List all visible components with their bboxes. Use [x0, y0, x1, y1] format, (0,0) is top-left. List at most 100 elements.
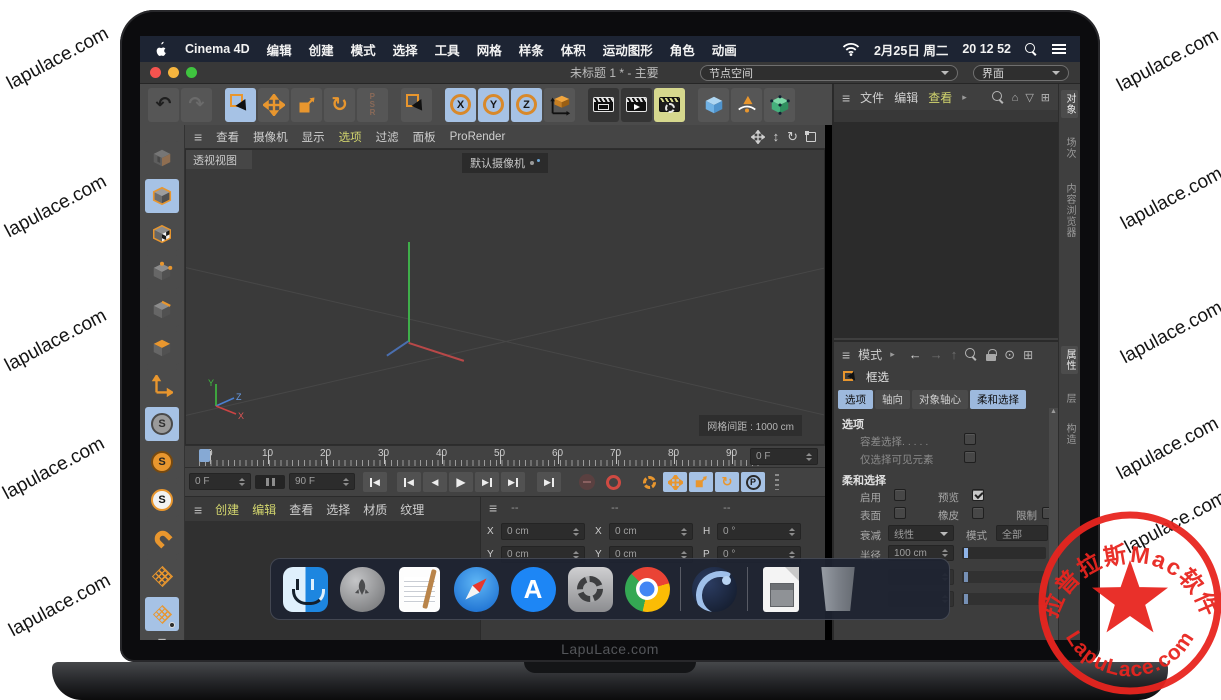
object-list[interactable]	[834, 123, 1058, 338]
material-menu-item[interactable]: 纹理	[400, 501, 424, 518]
material-menu-item[interactable]: 查看	[289, 501, 313, 518]
menubar-item[interactable]: 样条	[519, 40, 544, 59]
tab-content-browser[interactable]: 内容浏览器	[1061, 180, 1078, 241]
x-axis-lock-button[interactable]: X	[445, 88, 476, 122]
size-x-field[interactable]: 0 cm	[609, 523, 693, 540]
edge-mode-button[interactable]	[145, 293, 179, 327]
point-mode-button[interactable]	[145, 255, 179, 289]
rubber-checkbox[interactable]	[972, 507, 984, 519]
goto-next-key-button[interactable]: ▶	[501, 472, 525, 492]
pos-x-field[interactable]: 0 cm	[501, 523, 585, 540]
spinner-icon[interactable]	[343, 475, 349, 489]
key-position-button[interactable]	[663, 472, 687, 492]
node-space-dropdown[interactable]: 节点空间	[700, 65, 958, 81]
render-settings-button[interactable]	[654, 88, 685, 122]
pan-view-icon[interactable]	[751, 130, 765, 144]
workplane-axis-button[interactable]	[145, 369, 179, 403]
range-end-field[interactable]: 90 F	[289, 473, 355, 490]
dock-item-installer[interactable]	[757, 564, 805, 614]
viewport-menu-icon[interactable]: ≡	[194, 130, 202, 144]
snap-button[interactable]	[145, 521, 179, 555]
timeline-playhead[interactable]	[199, 449, 210, 462]
zoom-button[interactable]	[186, 67, 197, 78]
current-frame-field[interactable]: 0 F	[750, 448, 818, 465]
spline-pen-button[interactable]	[731, 88, 762, 122]
preview-range-slider[interactable]	[255, 475, 285, 489]
redo-button[interactable]: ↷	[181, 88, 212, 122]
surface-checkbox[interactable]	[894, 507, 906, 519]
dock-item-cinema4d[interactable]	[690, 564, 738, 614]
minimize-button[interactable]	[168, 67, 179, 78]
dock-item-chrome[interactable]	[623, 564, 671, 614]
search-icon[interactable]	[992, 91, 1005, 104]
add-layer-icon[interactable]: ⊞	[1041, 91, 1050, 104]
maximize-view-icon[interactable]	[806, 132, 816, 142]
wifi-icon[interactable]	[842, 42, 860, 56]
tab-objects[interactable]: 对象	[1061, 90, 1078, 118]
texture-mode-button[interactable]	[145, 217, 179, 251]
viewport-menu-item[interactable]: 显示	[302, 129, 325, 145]
render-view-button[interactable]	[588, 88, 619, 122]
material-menu-icon[interactable]: ≡	[194, 503, 202, 517]
material-menu-item[interactable]: 编辑	[252, 501, 276, 518]
make-editable-button[interactable]	[145, 141, 179, 175]
dock-item-safari[interactable]	[452, 564, 500, 614]
timeline-ruler[interactable]: 0 10 20 30 40 50 60 70 80 90 0 F	[185, 445, 825, 468]
object-menu-item-active[interactable]: 查看	[928, 89, 952, 106]
drag-handle[interactable]	[775, 474, 779, 490]
preview-checkbox[interactable]	[972, 489, 984, 501]
close-button[interactable]	[150, 67, 161, 78]
lock-workplane-button[interactable]	[145, 597, 179, 631]
z-axis-lock-button[interactable]: Z	[511, 88, 542, 122]
key-parameter-button[interactable]: P	[741, 472, 765, 492]
tab-layers[interactable]: 层	[1061, 390, 1078, 407]
notification-center-icon[interactable]	[1052, 48, 1066, 50]
tab-attributes[interactable]: 属性	[1061, 346, 1078, 374]
menubar-item[interactable]: 角色	[670, 40, 695, 59]
target-icon[interactable]: ⊙	[1004, 347, 1015, 363]
key-scale-button[interactable]	[689, 472, 713, 492]
viewport-menu-item[interactable]: 面板	[413, 129, 436, 145]
coordinate-system-button[interactable]	[544, 88, 575, 122]
view-label[interactable]: 透视视图	[186, 150, 252, 169]
play-button[interactable]: ▶	[449, 472, 473, 492]
palette-menu-button[interactable]: ≡	[158, 635, 167, 640]
goto-end-button[interactable]: ▶	[537, 472, 561, 492]
app-menu-title[interactable]: Cinema 4D	[185, 42, 250, 56]
search-icon[interactable]	[965, 348, 978, 361]
coord-menu-icon[interactable]: ≡	[489, 501, 497, 515]
menubar-item[interactable]: 动画	[712, 40, 737, 59]
falloff-dropdown[interactable]: 线性	[888, 525, 954, 541]
y-axis-lock-button[interactable]: Y	[478, 88, 509, 122]
workplane-button[interactable]	[145, 559, 179, 593]
dolly-view-icon[interactable]: ↕	[773, 129, 780, 144]
tolerance-checkbox[interactable]	[964, 433, 976, 445]
up-icon[interactable]: ↑	[951, 347, 958, 362]
camera-label[interactable]: 默认摄像机	[462, 153, 548, 173]
goto-start-button[interactable]: ◀	[363, 472, 387, 492]
filter-icon[interactable]: ▽	[1025, 91, 1033, 104]
polygon-mode-button[interactable]	[145, 331, 179, 365]
add-cube-button[interactable]	[698, 88, 729, 122]
material-menu-item[interactable]: 选择	[326, 501, 350, 518]
undo-button[interactable]: ↶	[148, 88, 179, 122]
forward-icon[interactable]: →	[930, 347, 943, 362]
dock-item-appstore[interactable]: A	[509, 564, 557, 614]
menubar-item[interactable]: 体积	[561, 40, 586, 59]
autokey-record-button[interactable]	[601, 472, 625, 492]
dock-item-finder[interactable]	[281, 564, 329, 614]
record-key-button[interactable]	[575, 472, 599, 492]
tab-takes[interactable]: 场次	[1061, 134, 1078, 162]
spinner-icon[interactable]	[806, 450, 812, 464]
attribute-menu-icon[interactable]: ≡	[842, 348, 850, 362]
dock-item-textedit[interactable]	[395, 564, 443, 614]
object-menu-item[interactable]: 编辑	[894, 89, 918, 106]
viewport-solo-single-button[interactable]: S	[145, 445, 179, 479]
layout-dropdown[interactable]: 界面	[973, 65, 1069, 81]
scale-tool[interactable]	[291, 88, 322, 122]
keyframe-selection-button[interactable]	[637, 472, 661, 492]
menubar-item[interactable]: 网格	[477, 40, 502, 59]
range-start-field[interactable]: 0 F	[189, 473, 251, 490]
key-rotation-button[interactable]: ↻	[715, 472, 739, 492]
apple-icon[interactable]	[154, 41, 168, 57]
